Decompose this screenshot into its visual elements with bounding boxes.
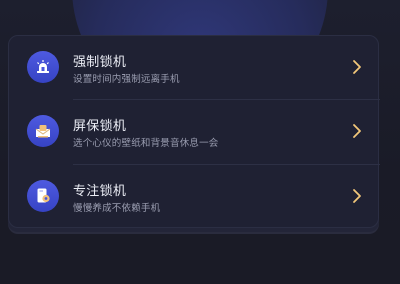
option-subtitle: 慢慢养成不依赖手机 (73, 203, 161, 214)
option-title: 屏保锁机 (73, 119, 127, 134)
option-title: 专注锁机 (73, 184, 127, 199)
focus-phone-icon (27, 180, 59, 212)
option-focus-lock[interactable]: 专注锁机 慢慢养成不依赖手机 (9, 165, 380, 229)
screensaver-icon (27, 115, 59, 147)
chevron-right-icon (353, 124, 361, 138)
option-screensaver-lock[interactable]: 屏保锁机 选个心仪的壁纸和背景音休息一会 (9, 100, 380, 164)
option-subtitle: 选个心仪的壁纸和背景音休息一会 (73, 138, 219, 149)
option-title: 强制锁机 (73, 55, 127, 70)
siren-icon (27, 51, 59, 83)
option-force-lock[interactable]: 强制锁机 设置时间内强制远离手机 (9, 36, 380, 100)
chevron-right-icon (353, 60, 361, 74)
screen: 强制锁机 设置时间内强制远离手机 屏保锁机 选个心仪的壁纸和背景音休息一会 专注… (0, 0, 400, 284)
option-subtitle: 设置时间内强制远离手机 (73, 74, 180, 85)
lock-mode-card: 强制锁机 设置时间内强制远离手机 屏保锁机 选个心仪的壁纸和背景音休息一会 专注… (8, 35, 380, 229)
chevron-right-icon (353, 189, 361, 203)
